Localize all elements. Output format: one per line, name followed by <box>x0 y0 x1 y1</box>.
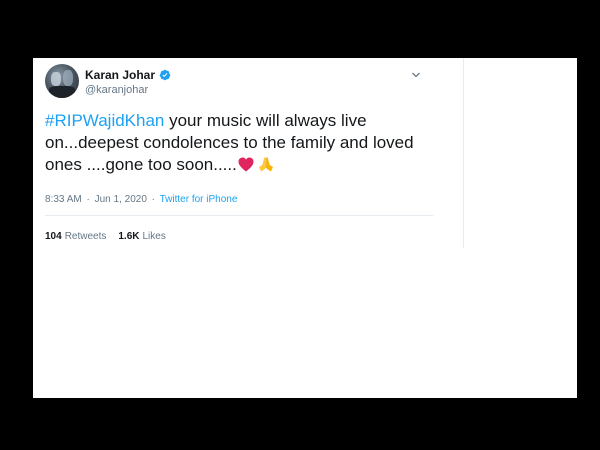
likes-label: Likes <box>142 231 166 242</box>
likes-stat[interactable]: 1.6K Likes <box>118 231 165 242</box>
red-heart-icon <box>238 157 254 172</box>
retweets-count: 104 <box>45 231 62 242</box>
hashtag-link[interactable]: #RIPWajidKhan <box>45 111 164 130</box>
column-divider <box>463 58 464 248</box>
verified-badge-icon <box>159 69 171 81</box>
tweet-meta: 8:33 AM · Jun 1, 2020 · Twitter for iPho… <box>45 194 237 205</box>
likes-count: 1.6K <box>118 231 140 242</box>
folded-hands-icon <box>258 157 273 172</box>
author-display-name[interactable]: Karan Johar <box>85 68 155 82</box>
tweet-stats: 104 Retweets 1.6K Likes <box>45 231 166 242</box>
retweets-label: Retweets <box>64 231 107 242</box>
chevron-down-icon[interactable] <box>411 70 421 80</box>
tweet-time[interactable]: 8:33 AM <box>45 194 82 205</box>
author-handle[interactable]: @karanjohar <box>85 84 148 96</box>
avatar[interactable] <box>45 64 79 98</box>
meta-separator-2: · <box>151 194 155 205</box>
tweet-text: #RIPWajidKhan your music will always liv… <box>45 110 445 176</box>
tweet-card: Karan Johar @karanjohar #RIPWajidKhan yo… <box>33 58 577 398</box>
retweets-stat[interactable]: 104 Retweets <box>45 231 106 242</box>
tweet-source-link[interactable]: Twitter for iPhone <box>160 194 238 205</box>
author-name-row[interactable]: Karan Johar <box>85 68 171 82</box>
tweet-date[interactable]: Jun 1, 2020 <box>95 194 147 205</box>
stats-divider <box>45 215 433 216</box>
meta-separator: · <box>86 194 90 205</box>
